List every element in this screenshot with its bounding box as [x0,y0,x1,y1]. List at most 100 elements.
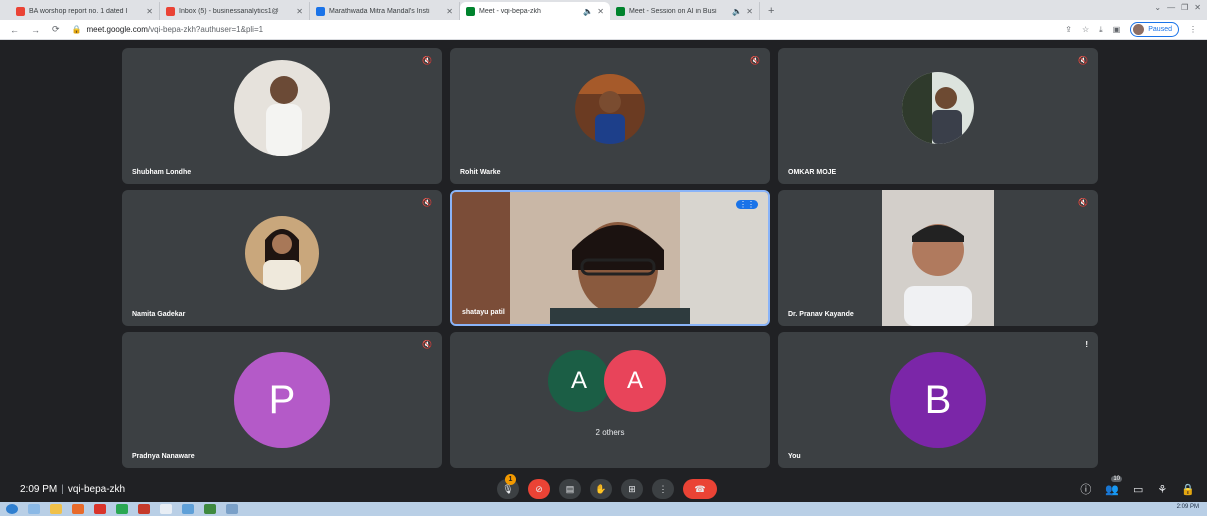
people-button[interactable]: 👥 10 [1105,475,1122,496]
leave-call-button[interactable]: ☎ [683,479,717,499]
reload-icon[interactable]: ⟳ [52,24,60,35]
avatar: A [604,350,666,412]
speaking-indicator-icon: ⋮⋮ [736,200,758,209]
side-controls: ⓘ 👥 10 ▭ ⚘ 🔒 [1080,475,1195,497]
url-path: /vqi-bepa-zkh?authuser=1&pli=1 [147,25,264,34]
start-button[interactable] [6,504,18,514]
sidepanel-icon[interactable]: ▣ [1113,25,1121,34]
forward-icon[interactable]: → [31,25,40,35]
os-taskbar: 2:09 PM [0,502,1207,516]
taskbar-app-icon[interactable] [226,504,238,514]
browser-tab[interactable]: Marathwada Mitra Mandal's Insti ✕ [310,2,460,20]
participant-video [882,190,994,326]
close-icon[interactable]: ✕ [146,7,153,16]
taskbar-app-icon[interactable] [182,504,194,514]
chat-icon[interactable]: ▭ [1133,483,1143,496]
mic-button[interactable]: 🎙 1 [497,474,519,499]
tab-title: Meet - Session on AI in Busi [629,7,717,15]
folder-icon[interactable] [50,504,62,514]
more-icon: ⋮ [658,483,668,494]
meet-control-bar: 2:09 PM | vqi-bepa-zkh 🎙 1 ⊘ ▤ ✋ ⊞ ⋮ ☎ ⓘ 👥… [0,474,1207,502]
host-controls-icon[interactable]: 🔒 [1181,483,1195,496]
meeting-info: 2:09 PM | vqi-bepa-zkh [20,484,125,495]
taskbar-app-icon[interactable] [160,504,172,514]
new-tab-button[interactable]: + [760,2,782,20]
participant-tile-speaking[interactable]: ⋮⋮ shatayu patil [450,190,770,326]
participant-name: You [788,453,801,460]
participant-tile[interactable]: 🔇 Shubham Londhe [122,48,442,184]
browser-tab[interactable]: Inbox (5) - businessanalytics1@ ✕ [160,2,310,20]
meet-icon [466,6,475,16]
present-button[interactable]: ⊞ [621,479,643,499]
browser-tab[interactable]: BA worshop report no. 1 dated I ✕ [10,2,160,20]
profile-status: Paused [1148,26,1172,33]
more-options-button[interactable]: ⋮ [652,479,674,499]
close-icon[interactable]: ✕ [446,7,453,16]
system-clock: 2:09 PM [1176,504,1199,510]
meet-grid: 🔇 Shubham Londhe 🔇 Rohit Warke 🔇 OMKAR M… [0,40,1207,476]
mic-off-icon: 🔇 [1078,56,1088,65]
meet-icon [616,6,625,16]
participant-video [452,192,768,324]
participant-name: Dr. Pranav Kayande [788,311,854,318]
restore-icon[interactable]: ❐ [1181,3,1188,12]
camera-off-button[interactable]: ⊘ [528,479,550,499]
star-icon[interactable]: ☆ [1082,25,1089,34]
gmail-icon [166,6,175,16]
raise-hand-button[interactable]: ✋ [590,479,612,499]
participant-photo [234,60,330,156]
participant-name: shatayu patil [462,309,505,316]
participant-tile[interactable]: 🔇 Dr. Pranav Kayande [778,190,1098,326]
captions-button[interactable]: ▤ [559,479,581,499]
lock-icon: 🔒 [71,25,82,34]
minimize-icon[interactable]: — [1167,3,1175,12]
participant-name: Shubham Londhe [132,169,192,176]
share-icon[interactable]: ⇪ [1065,25,1072,34]
participant-tile[interactable]: 🔇 Rohit Warke [450,48,770,184]
more-icon[interactable]: ⋮ [1189,25,1197,34]
taskbar-app-icon[interactable] [138,504,150,514]
close-icon[interactable]: ✕ [746,7,753,16]
back-icon[interactable]: ← [10,25,19,35]
chevron-down-icon[interactable]: ⌄ [1154,3,1161,12]
close-window-icon[interactable]: ✕ [1194,3,1201,12]
taskbar-app-icon[interactable] [204,504,216,514]
avatar: P [234,352,330,448]
info-icon[interactable]: ⓘ [1080,481,1091,497]
avatar-letter: A [570,367,587,394]
taskbar-app-icon[interactable] [72,504,84,514]
taskbar-app-icon[interactable] [28,504,40,514]
chrome-icon[interactable] [116,504,128,514]
notification-badge: 1 [505,474,516,485]
participant-name: OMKAR MOJE [788,169,837,176]
browser-actions: ⇪ ☆ ⤓ ▣ Paused ⋮ [1065,22,1197,37]
alert-icon[interactable]: ! [1085,340,1088,349]
others-tile[interactable]: A A 2 others [450,332,770,468]
person-photo [245,216,319,290]
tab-title: BA worshop report no. 1 dated I [29,7,128,15]
present-icon: ⊞ [628,483,636,494]
browser-tab[interactable]: Meet - Session on AI in Busi 🔈 ✕ [610,2,760,20]
participant-tile[interactable]: 🔇 OMKAR MOJE [778,48,1098,184]
participant-tile[interactable]: 🔇 Namita Gadekar [122,190,442,326]
screen: BA worshop report no. 1 dated I ✕ Inbox … [0,0,1207,516]
tab-title: Marathwada Mitra Mandal's Insti [329,7,430,15]
close-icon[interactable]: ✕ [296,7,303,16]
doc-icon [316,6,325,16]
participant-name: Namita Gadekar [132,311,186,318]
participant-tile[interactable]: P 🔇 Pradnya Nanaware [122,332,442,468]
hand-icon: ✋ [595,483,607,494]
browser-tab-active[interactable]: Meet - vqi-bepa-zkh 🔈 ✕ [460,2,610,20]
participant-photo [902,72,974,144]
close-icon[interactable]: ✕ [597,7,604,16]
avatar: B [890,352,986,448]
activities-icon[interactable]: ⚘ [1157,483,1167,496]
profile-button[interactable]: Paused [1130,22,1179,37]
separator: | [61,483,64,495]
meeting-code: vqi-bepa-zkh [67,483,126,495]
taskbar-app-icon[interactable] [94,504,106,514]
download-icon[interactable]: ⤓ [1099,25,1103,35]
meeting-time: 2:09 PM [20,483,58,495]
participant-tile-self[interactable]: B ! You [778,332,1098,468]
url-field[interactable]: 🔒 meet.google.com/vqi-bepa-zkh?authuser=… [72,25,1054,34]
